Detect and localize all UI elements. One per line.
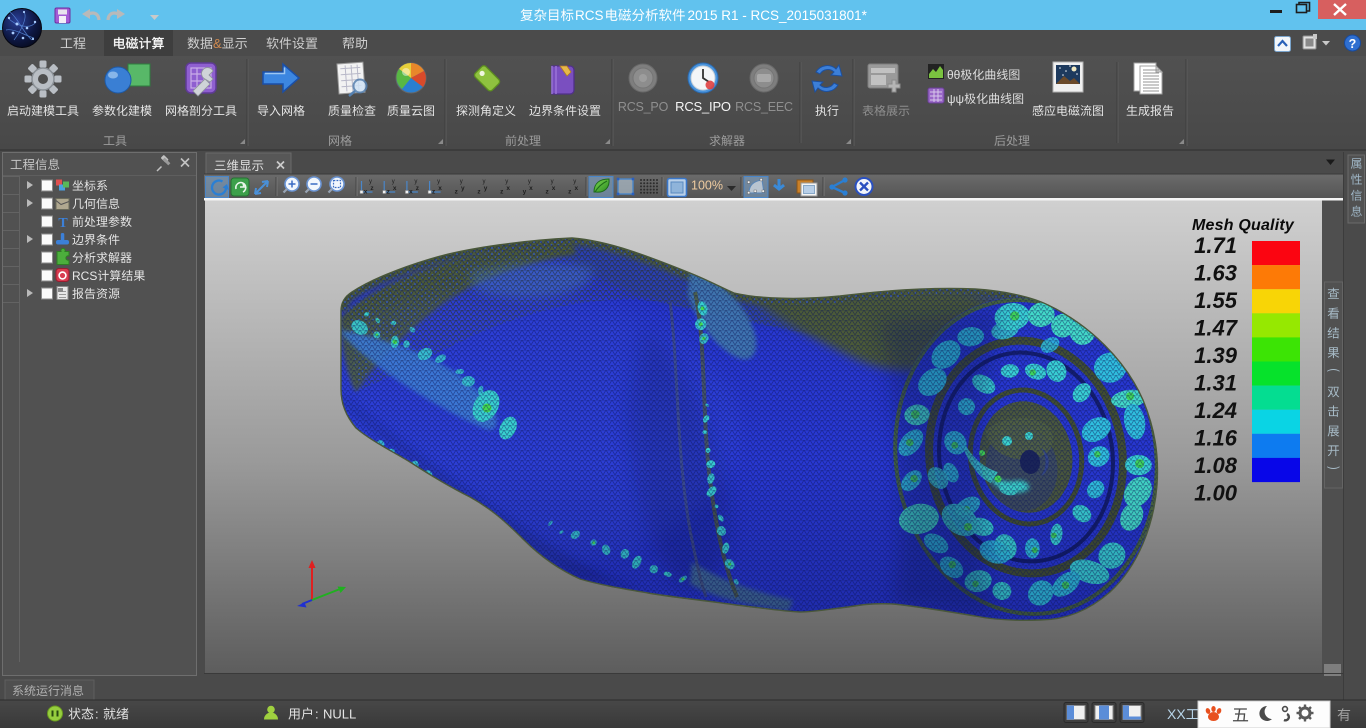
svg-text:XX: XX (1167, 706, 1186, 722)
svg-text:100%: 100% (691, 179, 723, 193)
svg-text:1.00: 1.00 (1194, 481, 1238, 506)
svg-text:NULL: NULL (323, 707, 356, 722)
svg-text:ψψ: ψψ (947, 92, 964, 106)
svg-text::: : (95, 707, 99, 722)
svg-text:x: x (506, 185, 510, 192)
svg-text:x: x (574, 185, 578, 192)
svg-text:y: y (551, 179, 554, 185)
svg-text:θθ: θθ (947, 68, 961, 82)
svg-text:1.71: 1.71 (1194, 233, 1237, 258)
svg-text:2015 R1 - RCS_2015031801*: 2015 R1 - RCS_2015031801* (688, 8, 868, 23)
svg-text:x: x (409, 189, 413, 196)
svg-text:y: y (483, 179, 486, 185)
svg-text:x: x (529, 185, 533, 192)
svg-text:y: y (505, 179, 508, 185)
svg-text:?: ? (1349, 37, 1357, 51)
svg-text:y: y (460, 179, 463, 185)
svg-text:1.31: 1.31 (1194, 371, 1237, 396)
svg-text:1.47: 1.47 (1194, 316, 1239, 341)
svg-text:1.55: 1.55 (1194, 288, 1238, 313)
svg-text:x: x (552, 185, 556, 192)
svg-text:1.63: 1.63 (1194, 261, 1237, 286)
svg-text:RCS_IPO: RCS_IPO (675, 99, 731, 114)
svg-text:y: y (523, 189, 527, 196)
svg-text:y: y (392, 179, 395, 185)
svg-text:y: y (461, 185, 465, 192)
svg-text::: : (315, 707, 319, 722)
svg-text:x: x (438, 185, 442, 192)
svg-text:1.39: 1.39 (1194, 343, 1238, 368)
svg-text:RCS_EEC: RCS_EEC (735, 100, 793, 114)
svg-text:y: y (414, 179, 417, 185)
svg-text:RCS_PO: RCS_PO (618, 100, 669, 114)
svg-text:&: & (213, 36, 222, 51)
svg-text:x: x (393, 185, 397, 192)
svg-text:y: y (573, 179, 576, 185)
svg-text:y: y (437, 179, 440, 185)
svg-text:x: x (364, 189, 368, 196)
svg-text:y: y (369, 179, 372, 185)
svg-text:1.08: 1.08 (1194, 453, 1238, 478)
svg-text:1.24: 1.24 (1194, 398, 1237, 423)
svg-text:RCS: RCS (72, 269, 97, 283)
svg-text:y: y (484, 185, 488, 192)
svg-text:Mesh Quality: Mesh Quality (1192, 217, 1295, 234)
svg-text:T: T (58, 216, 68, 231)
svg-text:1.16: 1.16 (1194, 426, 1238, 451)
svg-text:RCS: RCS (575, 8, 604, 23)
svg-text:y: y (528, 179, 531, 185)
